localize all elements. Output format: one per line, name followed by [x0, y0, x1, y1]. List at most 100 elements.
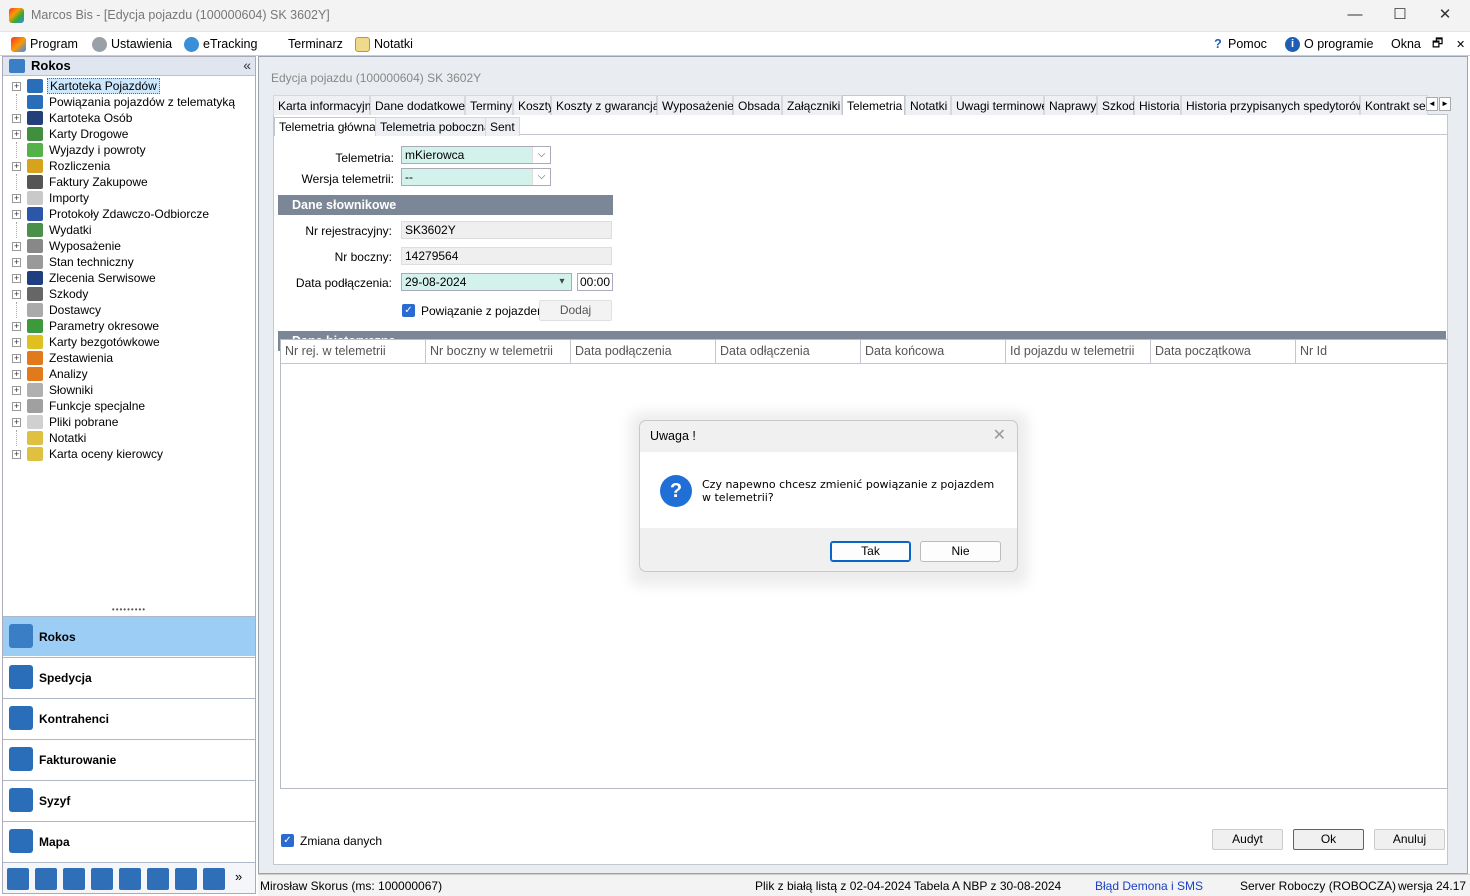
- tree-item-faktury-zakupowe[interactable]: Faktury Zakupowe: [3, 174, 253, 190]
- expand-icon[interactable]: +: [12, 258, 21, 267]
- tree-item-wydatki[interactable]: Wydatki: [3, 222, 253, 238]
- tree-item-analizy[interactable]: + Analizy: [3, 366, 253, 382]
- nr-boczny-field[interactable]: 14279564: [401, 247, 612, 265]
- column-header-nr-rej-w-telemetrii[interactable]: Nr rej. w telemetrii: [281, 340, 426, 364]
- ok-button[interactable]: Ok: [1293, 829, 1364, 850]
- mdi-close-icon[interactable]: ✕: [1456, 35, 1465, 53]
- tab-karta-informacyjna[interactable]: Karta informacyjna: [273, 95, 378, 115]
- tree-item-szkody[interactable]: + Szkody: [3, 286, 253, 302]
- menu-notatki[interactable]: Notatki: [355, 35, 413, 53]
- tab-szkody[interactable]: Szkody: [1097, 95, 1141, 115]
- nav-mapa-button[interactable]: Mapa: [3, 821, 255, 861]
- expand-icon[interactable]: +: [12, 242, 21, 251]
- nr-rejestracyjny-field[interactable]: SK3602Y: [401, 221, 612, 239]
- mail-icon[interactable]: [203, 868, 225, 890]
- tree-item-karty-drogowe[interactable]: + Karty Drogowe: [3, 126, 253, 142]
- expand-icon[interactable]: +: [12, 194, 21, 203]
- nav-kontrahenci-button[interactable]: Kontrahenci: [3, 698, 255, 738]
- audyt-button[interactable]: Audyt: [1212, 829, 1283, 850]
- expand-icon[interactable]: +: [12, 338, 21, 347]
- expand-icon[interactable]: +: [12, 370, 21, 379]
- subtab-telemetria-glowna[interactable]: Telemetria główna: [274, 117, 381, 136]
- subtab-sent[interactable]: Sent: [485, 117, 520, 136]
- tree-item-wyposazenie[interactable]: + Wyposażenie: [3, 238, 253, 254]
- tree-item-rozliczenia[interactable]: + Rozliczenia: [3, 158, 253, 174]
- tools-icon[interactable]: [119, 868, 141, 890]
- tree-item-zestawienia[interactable]: + Zestawienia: [3, 350, 253, 366]
- status-error-link[interactable]: Błąd Demona i SMS: [1095, 879, 1203, 893]
- tab-kontrakt-ser[interactable]: Kontrakt ser: [1360, 95, 1428, 115]
- tab-notatki[interactable]: Notatki: [905, 95, 951, 115]
- tab-koszty[interactable]: Koszty: [513, 95, 554, 115]
- minimize-button[interactable]: —: [1332, 0, 1378, 32]
- time-field[interactable]: 00:00: [577, 273, 613, 291]
- tree-item-karta-oceny-kierowcy[interactable]: + Karta oceny kierowcy: [3, 446, 253, 462]
- dialog-close-icon[interactable]: ✕: [993, 425, 1006, 445]
- menu-terminarz[interactable]: Terminarz: [288, 35, 343, 53]
- tab-dane-dodatkowe[interactable]: Dane dodatkowe: [370, 95, 465, 115]
- tab-uwagi-terminowe[interactable]: Uwagi terminowe: [951, 95, 1048, 115]
- tree-item-pliki-pobrane[interactable]: + Pliki pobrane: [3, 414, 253, 430]
- menu-program[interactable]: Program: [11, 35, 78, 53]
- tree-item-importy[interactable]: + Importy: [3, 190, 253, 206]
- tab-obsada[interactable]: Obsada: [733, 95, 782, 115]
- close-window-button[interactable]: ✕: [1422, 0, 1468, 32]
- expand-icon[interactable]: +: [12, 82, 21, 91]
- mdi-restore-icon[interactable]: 🗗: [1432, 35, 1443, 53]
- menu-okna[interactable]: Okna: [1391, 35, 1421, 53]
- expand-icon[interactable]: +: [12, 450, 21, 459]
- expand-icon[interactable]: +: [12, 386, 21, 395]
- tab-scroll-left-icon[interactable]: ◄: [1426, 97, 1438, 111]
- column-header-data-koncowa[interactable]: Data końcowa: [861, 340, 1006, 364]
- tak-button[interactable]: Tak: [830, 541, 911, 562]
- column-header-id-pojazdu-w-telemetrii[interactable]: Id pojazdu w telemetrii: [1006, 340, 1151, 364]
- expand-icon[interactable]: +: [12, 402, 21, 411]
- expand-icon[interactable]: +: [12, 162, 21, 171]
- menu-pomoc[interactable]: ? Pomoc: [1212, 35, 1267, 53]
- menu-o-programie[interactable]: i O programie: [1285, 35, 1373, 53]
- tab-telemetria[interactable]: Telemetria: [842, 95, 905, 116]
- tree-item-kartoteka-osob[interactable]: + Kartoteka Osób: [3, 110, 253, 126]
- chart-icon[interactable]: [7, 868, 29, 890]
- wersja-telemetrii-select[interactable]: -- ⌵: [401, 168, 551, 186]
- collapse-sidebar-icon[interactable]: «: [243, 57, 251, 73]
- expand-icon[interactable]: +: [12, 130, 21, 139]
- tab-historia[interactable]: Historia: [1134, 95, 1181, 115]
- tab-zalaczniki[interactable]: Załączniki: [782, 95, 842, 115]
- expand-icon[interactable]: +: [12, 114, 21, 123]
- sidebar-splitter[interactable]: •••••••••: [3, 606, 255, 616]
- expand-icon[interactable]: +: [12, 354, 21, 363]
- calculator-icon[interactable]: [147, 868, 169, 890]
- fuel-icon[interactable]: [175, 868, 197, 890]
- tree-item-zlecenia-serwisowe[interactable]: + Zlecenia Serwisowe: [3, 270, 253, 286]
- tree-item-notatki[interactable]: Notatki: [3, 430, 253, 446]
- tree-item-parametry-okresowe[interactable]: + Parametry okresowe: [3, 318, 253, 334]
- tab-historia-przypisanych-spedytorow[interactable]: Historia przypisanych spedytorów: [1181, 95, 1365, 115]
- tree-item-kartoteka-pojazdow[interactable]: + Kartoteka Pojazdów: [3, 78, 253, 94]
- menu-etracking[interactable]: eTracking: [184, 35, 257, 53]
- tab-naprawy[interactable]: Naprawy: [1044, 95, 1097, 115]
- telemetria-select[interactable]: mKierowca ⌵: [401, 146, 551, 164]
- nav-syzyf-button[interactable]: Syzyf: [3, 780, 255, 820]
- subtab-telemetria-poboczna[interactable]: Telemetria poboczna: [375, 117, 496, 136]
- tree-item-powiazania-pojazdow-z-telematyka[interactable]: Powiązania pojazdów z telematyką: [3, 94, 253, 110]
- tree-item-protokoly-zdawczo-odbiorcze[interactable]: + Protokoły Zdawczo-Odbiorcze: [3, 206, 253, 222]
- column-header-data-poczatkowa[interactable]: Data początkowa: [1151, 340, 1296, 364]
- nav-spedycja-button[interactable]: Spedycja: [3, 657, 255, 697]
- tree-item-karty-bezgotowkowe[interactable]: + Karty bezgotówkowe: [3, 334, 253, 350]
- tree-item-slowniki[interactable]: + Słowniki: [3, 382, 253, 398]
- expand-icon[interactable]: +: [12, 274, 21, 283]
- stats-icon[interactable]: [63, 868, 85, 890]
- expand-icon[interactable]: +: [12, 322, 21, 331]
- vin-icon[interactable]: [35, 868, 57, 890]
- tree-item-dostawcy[interactable]: Dostawcy: [3, 302, 253, 318]
- tab-wyposazenie[interactable]: Wyposażenie: [657, 95, 734, 115]
- expand-icon[interactable]: +: [12, 210, 21, 219]
- zmiana-danych-checkbox[interactable]: ✓: [281, 834, 294, 847]
- column-header-data-odlaczenia[interactable]: Data odłączenia: [716, 340, 861, 364]
- maximize-button[interactable]: ☐: [1377, 0, 1423, 32]
- tree-item-wyjazdy-i-powroty[interactable]: Wyjazdy i powroty: [3, 142, 253, 158]
- tab-terminy[interactable]: Terminy: [465, 95, 513, 115]
- data-podlaczenia-datepicker[interactable]: 29-08-2024 ▾: [401, 273, 572, 291]
- menu-ustawienia[interactable]: Ustawienia: [92, 35, 172, 53]
